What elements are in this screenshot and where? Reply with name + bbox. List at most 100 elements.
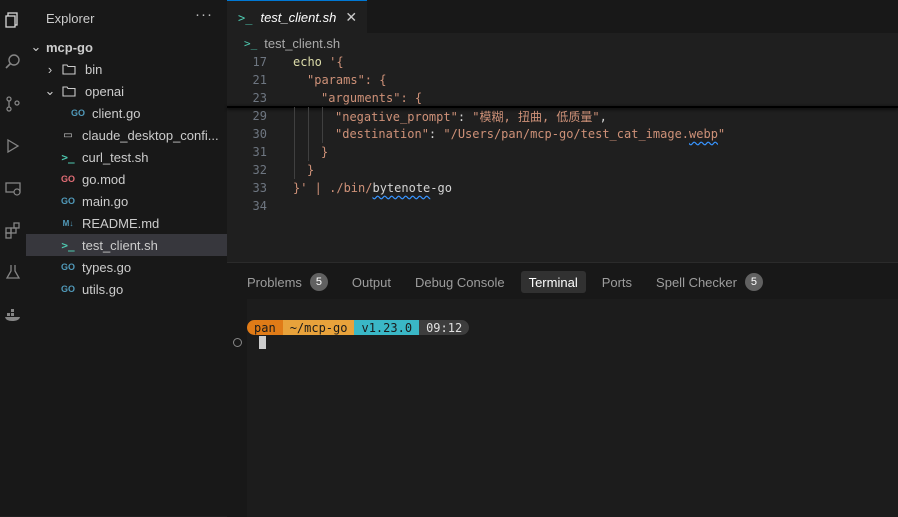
run-debug-icon[interactable]: [0, 132, 26, 160]
code-line[interactable]: 32 }: [227, 161, 898, 179]
problems-count-badge: 5: [309, 273, 328, 291]
editor-tab-test-client[interactable]: >_ test_client.sh ✕: [227, 0, 367, 34]
bottom-panel: Problems 5 Output Debug Console Terminal …: [227, 262, 898, 517]
tree-item-bin[interactable]: › bin: [26, 58, 227, 80]
code-line[interactable]: 29 "negative_prompt": "模糊, 扭曲, 低质量",: [227, 107, 898, 125]
tab-spell-checker[interactable]: Spell Checker 5: [648, 271, 771, 293]
tree-item-label: go.mod: [82, 171, 126, 187]
tree-item-label: curl_test.sh: [82, 149, 149, 165]
tab-debug-console[interactable]: Debug Console: [407, 271, 513, 293]
code-line[interactable]: 30 "destination": "/Users/pan/mcp-go/tes…: [227, 125, 898, 143]
tab-label: test_client.sh: [260, 10, 337, 25]
tree-item-types-go[interactable]: GO types.go: [26, 256, 227, 278]
extensions-icon[interactable]: [0, 216, 26, 244]
panel-tab-bar: Problems 5 Output Debug Console Terminal …: [239, 270, 779, 294]
code-text: }: [307, 163, 315, 177]
activity-bar: [0, 0, 26, 516]
explorer-title: Explorer: [46, 11, 95, 26]
tree-root-label: mcp-go: [46, 39, 93, 55]
code-line[interactable]: 23 "arguments": {: [227, 89, 898, 107]
tab-terminal[interactable]: Terminal: [520, 271, 586, 293]
prompt-go-version: v1.23.0: [354, 320, 420, 335]
code-text: }' | ./bin/bytenote-go: [293, 181, 452, 195]
tree-item-label: client.go: [92, 105, 141, 121]
tree-item-utils-go[interactable]: GO utils.go: [26, 278, 227, 300]
code-text: echo '{: [293, 55, 344, 69]
tree-item-label: openai: [85, 83, 125, 99]
indent-guide: [308, 107, 309, 161]
chevron-down-icon: ⌄: [44, 83, 56, 98]
indent-guide: [294, 107, 295, 179]
source-control-icon[interactable]: [0, 90, 26, 118]
code-text: }: [321, 145, 329, 159]
terminal-prompt: pan ~/mcp-go v1.23.0 09:12: [247, 320, 470, 335]
tree-item-curl-test[interactable]: >_ curl_test.sh: [26, 146, 227, 168]
chevron-down-icon: ⌄: [30, 39, 42, 54]
tree-item-claude-config[interactable]: ▭ claude_desktop_confi...: [26, 124, 227, 146]
line-number: 17: [252, 55, 267, 69]
code-text: "negative_prompt": "模糊, 扭曲, 低质量",: [335, 109, 607, 124]
go-mod-icon: GO: [60, 174, 75, 184]
editor-area: >_ test_client.sh ✕ >_ test_client.sh 17…: [227, 0, 898, 262]
tree-root-folder[interactable]: ⌄ mcp-go: [26, 36, 227, 58]
code-text: "arguments": {: [321, 91, 423, 105]
code-line[interactable]: 21 "params": {: [227, 71, 898, 89]
tree-item-label: types.go: [82, 259, 132, 275]
line-number: 30: [252, 127, 267, 141]
folder-icon: [62, 64, 76, 75]
tab-ports[interactable]: Ports: [594, 271, 640, 293]
tree-item-label: test_client.sh: [82, 237, 158, 253]
line-number: 34: [252, 199, 267, 213]
folder-open-icon: [62, 86, 76, 97]
json-file-icon: ▭: [63, 129, 73, 141]
tab-output[interactable]: Output: [344, 271, 399, 293]
line-number: 33: [252, 181, 267, 195]
tree-item-client-go[interactable]: GO client.go: [26, 102, 227, 124]
shell-file-icon: >_: [244, 36, 258, 50]
tree-item-openai[interactable]: ⌄ openai: [26, 80, 227, 102]
line-number: 23: [252, 91, 267, 105]
command-decoration-icon[interactable]: [233, 338, 242, 347]
close-icon[interactable]: ✕: [345, 9, 357, 26]
indent-guide: [322, 107, 323, 143]
explorer-icon[interactable]: [0, 6, 26, 34]
tree-item-readme[interactable]: M↓ README.md: [26, 212, 227, 234]
go-file-icon: GO: [70, 108, 85, 118]
tree-item-go-mod[interactable]: GO go.mod: [26, 168, 227, 190]
line-number: 21: [252, 73, 267, 87]
tree-item-test-client[interactable]: >_ test_client.sh: [26, 234, 227, 256]
shell-file-icon: >_: [61, 238, 75, 252]
tree-item-label: claude_desktop_confi...: [82, 127, 219, 143]
terminal-cursor: [259, 336, 266, 349]
breadcrumb[interactable]: >_ test_client.sh: [227, 33, 340, 53]
more-actions-icon[interactable]: ···: [195, 6, 213, 23]
explorer-sidebar: Explorer ··· ⌄ mcp-go › bin ⌄ openai GO …: [26, 0, 228, 516]
shell-file-icon: >_: [61, 150, 75, 164]
docker-icon[interactable]: [0, 300, 26, 328]
go-file-icon: GO: [60, 284, 75, 294]
prompt-time: 09:12: [419, 320, 470, 335]
tree-item-label: utils.go: [82, 281, 124, 297]
prompt-user: pan: [247, 320, 283, 335]
prompt-path: ~/mcp-go: [282, 320, 355, 335]
remote-explorer-icon[interactable]: [0, 174, 26, 202]
code-text: "params": {: [307, 73, 387, 87]
terminal-input-line[interactable]: [233, 336, 266, 349]
tab-problems[interactable]: Problems 5: [239, 271, 336, 293]
code-line[interactable]: 33 }' | ./bin/bytenote-go: [227, 179, 898, 197]
go-file-icon: GO: [60, 262, 75, 272]
code-line[interactable]: 34: [227, 197, 898, 215]
chevron-right-icon: ›: [47, 61, 53, 77]
markdown-file-icon: M↓: [62, 218, 74, 228]
testing-icon[interactable]: [0, 258, 26, 286]
tree-item-label: bin: [85, 61, 103, 77]
code-text: "destination": "/Users/pan/mcp-go/test_c…: [335, 127, 726, 141]
breadcrumb-file: test_client.sh: [264, 35, 341, 51]
line-number: 31: [252, 145, 267, 159]
shell-file-icon: >_: [238, 10, 253, 25]
tree-item-label: main.go: [82, 193, 129, 209]
code-line[interactable]: 31 }: [227, 143, 898, 161]
tree-item-main-go[interactable]: GO main.go: [26, 190, 227, 212]
search-icon[interactable]: [0, 48, 26, 76]
code-line[interactable]: 17 echo '{: [227, 53, 898, 71]
